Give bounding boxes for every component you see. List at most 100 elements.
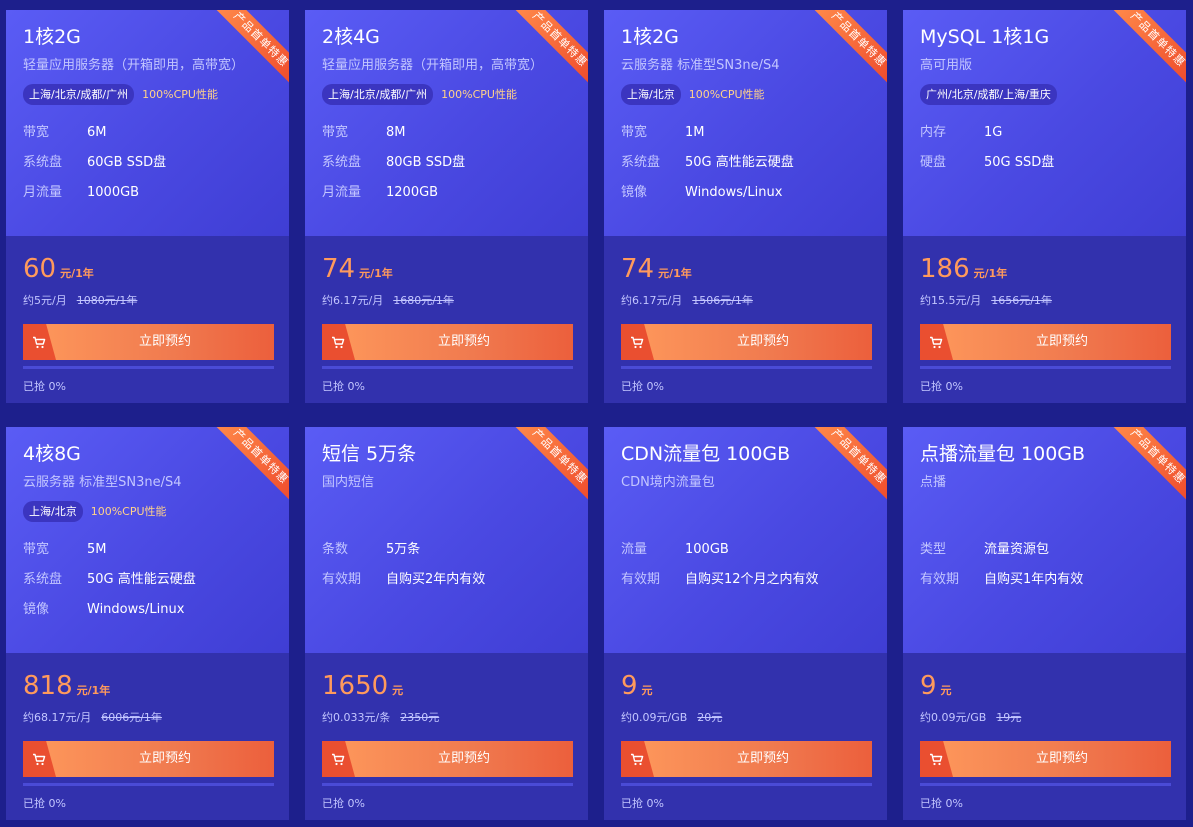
reserve-button-label: 立即预约: [437, 751, 490, 766]
sold-percent: 已抢 0%: [920, 797, 963, 810]
progress-bar: [23, 783, 274, 786]
reserve-button[interactable]: 立即预约: [23, 324, 274, 360]
region-tag: 上海/北京/成都/广州: [23, 83, 135, 105]
price: 9: [621, 671, 638, 701]
promo-ribbon: 产品首单特惠: [809, 10, 887, 88]
spec-label: 镜像: [23, 602, 50, 617]
spec-label: 系统盘: [621, 155, 661, 170]
price-unit: 元/1年: [973, 267, 1008, 280]
region-tag: 上海/北京/成都/广州: [322, 83, 434, 105]
spec-value: 1200GB: [386, 185, 439, 200]
spec-row: 系统盘 80GB SSD盘: [322, 153, 582, 173]
price-unit: 元/1年: [60, 267, 94, 280]
reserve-button[interactable]: 立即预约: [23, 741, 274, 777]
sub-price-row: 约68.17元/月 6006元/1年: [23, 710, 162, 726]
spec-label: 带宽: [23, 542, 50, 557]
reserve-button[interactable]: 立即预约: [920, 741, 1171, 777]
spec-value: 流量资源包: [984, 542, 1050, 557]
promo-ribbon: 产品首单特惠: [510, 10, 588, 88]
spec-value: 6M: [87, 125, 107, 140]
sold-percent: 已抢 0%: [322, 380, 365, 393]
original-price: 1080元/1年: [76, 294, 138, 307]
product-card: 产品首单特惠 MySQL 1核1G 高可用版 广州/北京/成都/上海/重庆 内存…: [903, 10, 1186, 403]
spec-value: 1000GB: [87, 185, 140, 200]
reserve-button[interactable]: 立即预约: [621, 741, 872, 777]
product-card: 产品首单特惠 2核4G 轻量应用服务器（开箱即用，高带宽） 上海/北京/成都/广…: [305, 10, 588, 403]
spec-row: 类型 流量资源包: [920, 540, 1180, 560]
region-tag: 广州/北京/成都/上海/重庆: [920, 83, 1057, 105]
promo-ribbon: 产品首单特惠: [211, 427, 289, 505]
approx-price: 约68.17元/月: [23, 711, 92, 724]
tag-row: 上海/北京/成都/广州 100%CPU性能: [23, 83, 218, 105]
sold-percent: 已抢 0%: [322, 797, 365, 810]
approx-price: 约0.09元/GB: [920, 711, 987, 724]
spec-value: Windows/Linux: [685, 185, 783, 200]
product-title: 点播流量包 100GB: [920, 443, 1086, 465]
spec-row: 系统盘 50G 高性能云硬盘: [621, 153, 881, 173]
spec-label: 镜像: [621, 185, 648, 200]
original-price: 2350元: [400, 711, 440, 724]
price: 74: [322, 254, 356, 284]
spec-value: 60GB SSD盘: [87, 155, 167, 170]
original-price: 1680元/1年: [393, 294, 454, 307]
reserve-button-label: 立即预约: [437, 334, 490, 349]
sub-price-row: 约0.033元/条 2350元: [322, 710, 439, 726]
spec-label: 有效期: [322, 572, 362, 587]
reserve-button[interactable]: 立即预约: [920, 324, 1171, 360]
approx-price: 约5元/月: [23, 294, 67, 307]
region-tag: 上海/北京: [23, 500, 83, 522]
spec-value: 自购买1年内有效: [984, 572, 1084, 587]
spec-label: 月流量: [322, 185, 362, 200]
price-row: 74 元/1年: [322, 253, 393, 285]
price: 818: [23, 671, 73, 701]
spec-value: 1G: [984, 125, 1003, 140]
progress-bar: [322, 366, 573, 369]
reserve-button-label: 立即预约: [138, 334, 191, 349]
cpu-tag: 100%CPU性能: [688, 88, 765, 101]
spec-row: 带宽 5M: [23, 540, 283, 560]
approx-price: 约0.033元/条: [322, 711, 391, 724]
sold-percent: 已抢 0%: [621, 380, 664, 393]
reserve-button[interactable]: 立即预约: [621, 324, 872, 360]
price-unit: 元: [641, 684, 653, 697]
spec-value: 80GB SSD盘: [386, 155, 466, 170]
approx-price: 约0.09元/GB: [621, 711, 688, 724]
sold-percent: 已抢 0%: [23, 797, 66, 810]
approx-price: 约15.5元/月: [920, 294, 982, 307]
product-card: 产品首单特惠 CDN流量包 100GB CDN境内流量包 流量 100GB 有效期…: [604, 427, 887, 820]
promo-ribbon-label: 产品首单特惠: [812, 10, 887, 86]
price-row: 74 元/1年: [621, 253, 692, 285]
cpu-tag: 100%CPU性能: [90, 505, 167, 518]
spec-row: 系统盘 50G 高性能云硬盘: [23, 570, 283, 590]
sub-price-row: 约0.09元/GB 20元: [621, 710, 722, 726]
spec-row: 条数 5万条: [322, 540, 582, 560]
product-subtitle: 轻量应用服务器（开箱即用，高带宽）: [23, 58, 245, 73]
spec-label: 有效期: [621, 572, 661, 587]
spec-value: 8M: [386, 125, 406, 140]
price: 1650: [322, 671, 389, 701]
sub-price-row: 约6.17元/月 1680元/1年: [322, 293, 454, 309]
spec-row: 有效期 自购买1年内有效: [920, 570, 1180, 590]
spec-value: Windows/Linux: [87, 602, 185, 617]
reserve-button-label: 立即预约: [138, 751, 191, 766]
spec-row: 系统盘 60GB SSD盘: [23, 153, 283, 173]
cart-icon: [322, 741, 355, 777]
reserve-button-label: 立即预约: [736, 751, 789, 766]
price-row: 9元: [621, 670, 653, 702]
spec-label: 系统盘: [23, 572, 63, 587]
cart-icon: [322, 324, 355, 360]
reserve-button[interactable]: 立即预约: [322, 324, 573, 360]
progress-bar: [322, 783, 573, 786]
original-price: 1656元/1年: [991, 294, 1052, 307]
original-price: 19元: [996, 711, 1022, 724]
product-card: 产品首单特惠 点播流量包 100GB 点播 类型 流量资源包 有效期 自购买1年内有…: [903, 427, 1186, 820]
sold-percent: 已抢 0%: [621, 797, 664, 810]
approx-price: 约6.17元/月: [621, 294, 683, 307]
product-grid: 产品首单特惠 1核2G 轻量应用服务器（开箱即用，高带宽） 上海/北京/成都/广…: [0, 0, 1193, 827]
product-subtitle: 高可用版: [920, 58, 973, 73]
reserve-button[interactable]: 立即预约: [322, 741, 573, 777]
sold-percent: 已抢 0%: [920, 380, 963, 393]
sub-price-row: 约6.17元/月 1506元/1年: [621, 293, 753, 309]
price-unit: 元/1年: [658, 267, 692, 280]
price-unit: 元: [392, 684, 404, 697]
